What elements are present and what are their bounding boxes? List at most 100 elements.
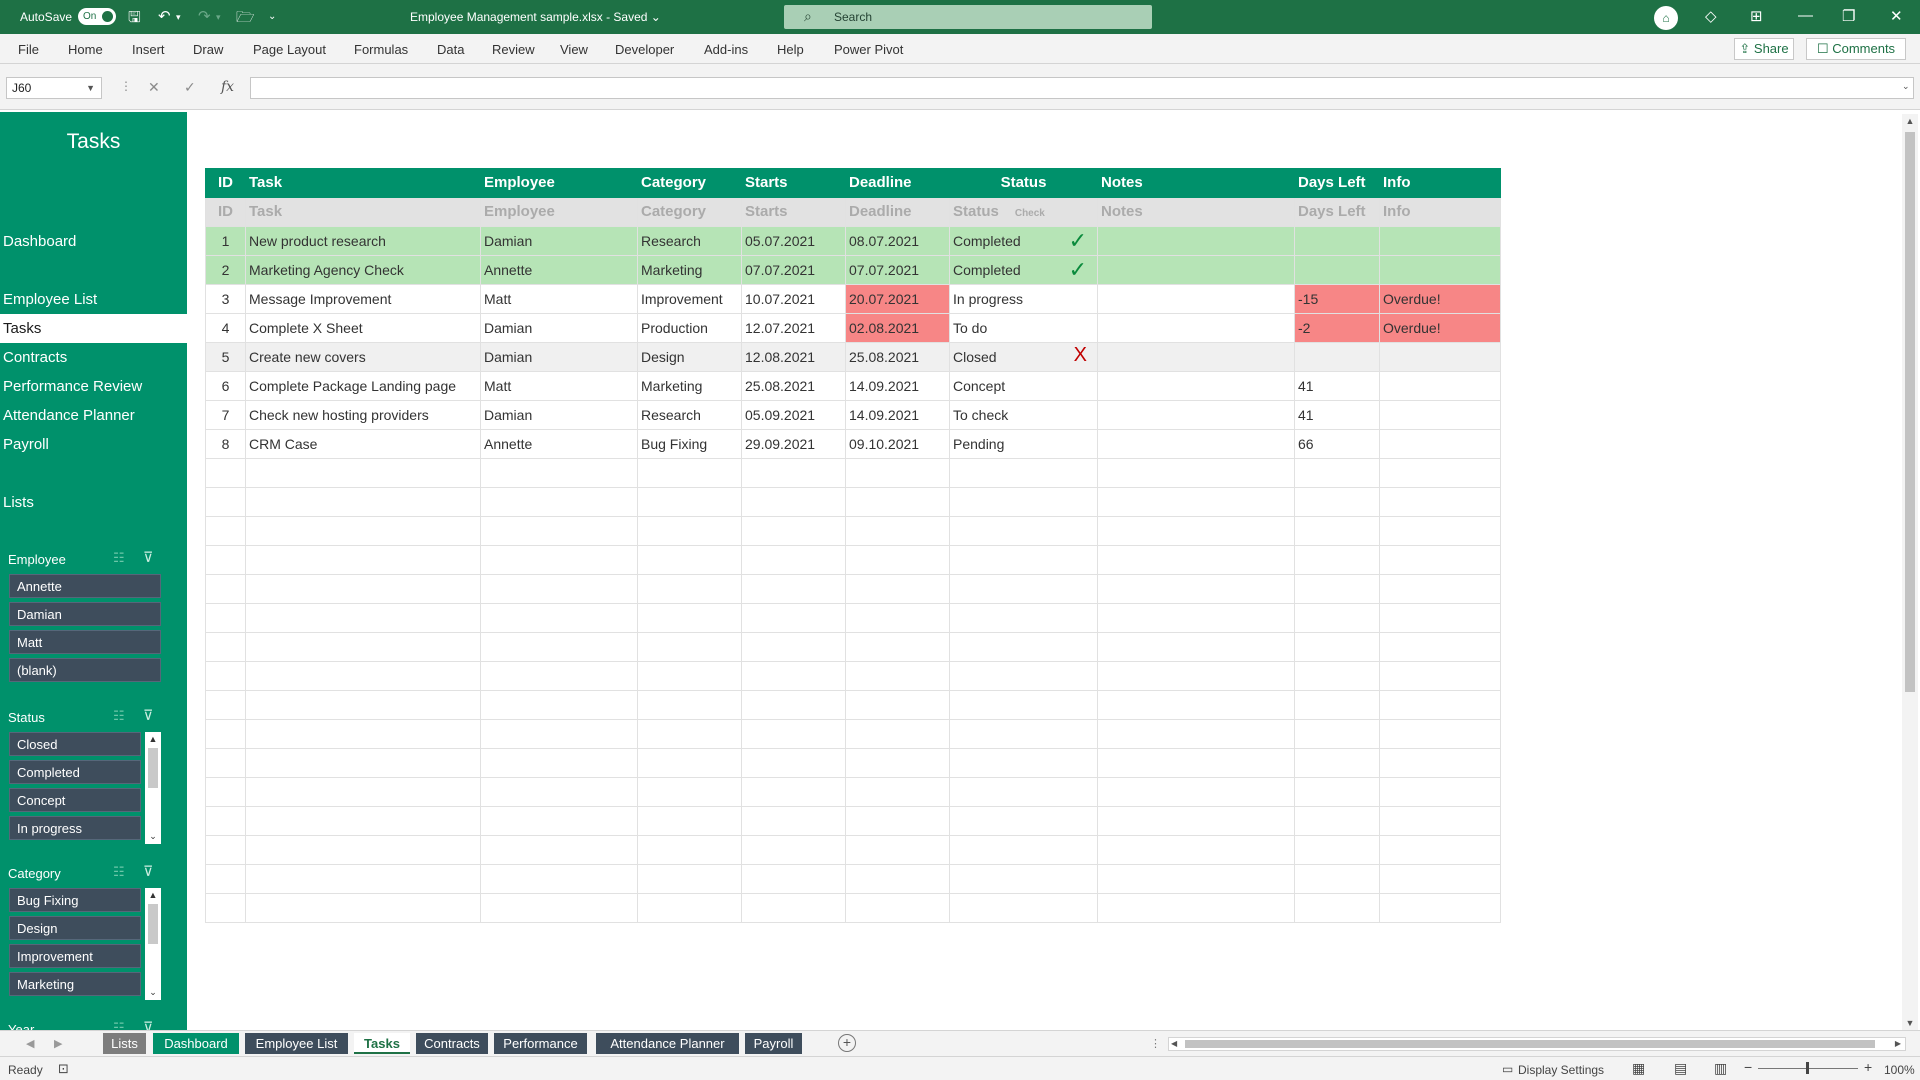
empty-cell[interactable] (1097, 690, 1295, 720)
empty-cell[interactable] (637, 458, 742, 488)
empty-cell[interactable] (1379, 458, 1501, 488)
empty-cell[interactable] (1294, 748, 1380, 778)
header-deadline[interactable]: Deadline (845, 168, 950, 198)
menu-insert[interactable]: Insert (132, 42, 165, 57)
empty-cell[interactable] (245, 661, 481, 691)
ribbon-display-icon[interactable]: ⊞ (1750, 7, 1763, 25)
menu-formulas[interactable]: Formulas (354, 42, 408, 57)
empty-cell[interactable] (1097, 545, 1295, 575)
empty-cell[interactable] (205, 864, 246, 894)
scroll-thumb[interactable] (148, 904, 158, 944)
header-category[interactable]: Category (637, 168, 742, 198)
empty-cell[interactable] (1097, 835, 1295, 865)
cell-id[interactable]: 6 (205, 371, 246, 401)
display-settings[interactable]: Display Settings (1518, 1063, 1604, 1077)
account-avatar-icon[interactable]: ⌂ (1654, 6, 1678, 30)
empty-cell[interactable] (245, 777, 481, 807)
slicer-item[interactable]: Bug Fixing (9, 888, 141, 912)
name-box[interactable]: J60 ▼ (6, 77, 102, 99)
empty-cell[interactable] (949, 864, 1098, 894)
empty-cell[interactable] (480, 574, 638, 604)
header-employee[interactable]: Employee (480, 168, 638, 198)
empty-cell[interactable] (949, 574, 1098, 604)
empty-cell[interactable] (949, 835, 1098, 865)
empty-cell[interactable] (1097, 719, 1295, 749)
slicer-item[interactable]: Closed (9, 732, 141, 756)
cell-info[interactable] (1379, 342, 1501, 372)
empty-cell[interactable] (480, 458, 638, 488)
empty-cell[interactable] (1294, 458, 1380, 488)
cell-info[interactable] (1379, 429, 1501, 459)
empty-cell[interactable] (637, 545, 742, 575)
cell-employee[interactable]: Damian (480, 226, 638, 256)
cell-status[interactable]: Closed X (949, 342, 1098, 372)
cell-deadline[interactable]: 02.08.2021 (845, 313, 950, 343)
scroll-thumb[interactable] (1905, 132, 1915, 692)
zoom-slider-knob[interactable] (1806, 1062, 1809, 1074)
empty-cell[interactable] (637, 835, 742, 865)
cell-starts[interactable]: 12.08.2021 (741, 342, 846, 372)
empty-cell[interactable] (845, 864, 950, 894)
cell-status[interactable]: To check (949, 400, 1098, 430)
column-header-task[interactable]: Task (245, 197, 481, 227)
column-header-employee[interactable]: Employee (480, 197, 638, 227)
nav-tasks[interactable]: Tasks (0, 314, 187, 343)
cancel-entry-icon[interactable]: ✕ (148, 79, 160, 96)
scroll-right-icon[interactable]: ▶ (1895, 1039, 1901, 1048)
empty-cell[interactable] (949, 516, 1098, 546)
formula-input[interactable] (250, 77, 1914, 99)
empty-cell[interactable] (637, 516, 742, 546)
empty-cell[interactable] (637, 603, 742, 633)
comments-button[interactable]: ☐ Comments (1806, 38, 1906, 60)
empty-cell[interactable] (1097, 777, 1295, 807)
empty-cell[interactable] (949, 661, 1098, 691)
empty-cell[interactable] (845, 574, 950, 604)
empty-cell[interactable] (205, 603, 246, 633)
cell-days-left[interactable] (1294, 226, 1380, 256)
empty-cell[interactable] (1379, 864, 1501, 894)
clear-filter-icon[interactable]: ⊽ (143, 707, 153, 724)
multi-select-icon[interactable]: ☷ (113, 708, 125, 724)
column-header-info[interactable]: Info (1379, 197, 1501, 227)
cell-starts[interactable]: 29.09.2021 (741, 429, 846, 459)
empty-cell[interactable] (1097, 893, 1295, 923)
cell-category[interactable]: Bug Fixing (637, 429, 742, 459)
cell-category[interactable]: Research (637, 400, 742, 430)
cell-task[interactable]: Check new hosting providers (245, 400, 481, 430)
cell-employee[interactable]: Matt (480, 284, 638, 314)
empty-cell[interactable] (1097, 603, 1295, 633)
empty-cell[interactable] (741, 661, 846, 691)
scroll-up-icon[interactable]: ▲ (145, 890, 161, 900)
column-header-id[interactable]: ID (205, 197, 246, 227)
cell-task[interactable]: Complete X Sheet (245, 313, 481, 343)
column-header-days-left[interactable]: Days Left (1294, 197, 1380, 227)
empty-cell[interactable] (480, 487, 638, 517)
empty-cell[interactable] (845, 806, 950, 836)
empty-cell[interactable] (245, 806, 481, 836)
empty-cell[interactable] (245, 719, 481, 749)
empty-cell[interactable] (1097, 661, 1295, 691)
zoom-in-icon[interactable]: + (1864, 1059, 1872, 1075)
clear-filter-icon[interactable]: ⊽ (143, 549, 153, 566)
empty-cell[interactable] (245, 835, 481, 865)
empty-cell[interactable] (1097, 574, 1295, 604)
empty-cell[interactable] (637, 719, 742, 749)
header-info[interactable]: Info (1379, 168, 1501, 198)
cell-notes[interactable] (1097, 371, 1295, 401)
empty-cell[interactable] (845, 835, 950, 865)
menu-add-ins[interactable]: Add-ins (704, 42, 748, 57)
cell-employee[interactable]: Damian (480, 342, 638, 372)
cell-deadline[interactable]: 25.08.2021 (845, 342, 950, 372)
empty-cell[interactable] (949, 458, 1098, 488)
empty-cell[interactable] (637, 574, 742, 604)
empty-cell[interactable] (1294, 719, 1380, 749)
empty-cell[interactable] (845, 487, 950, 517)
empty-cell[interactable] (1379, 748, 1501, 778)
menu-page-layout[interactable]: Page Layout (253, 42, 326, 57)
cell-category[interactable]: Marketing (637, 371, 742, 401)
empty-cell[interactable] (637, 777, 742, 807)
cell-status[interactable]: To do (949, 313, 1098, 343)
tab-splitter-icon[interactable]: ⋮ (1150, 1037, 1161, 1050)
cell-employee[interactable]: Damian (480, 400, 638, 430)
empty-cell[interactable] (480, 632, 638, 662)
